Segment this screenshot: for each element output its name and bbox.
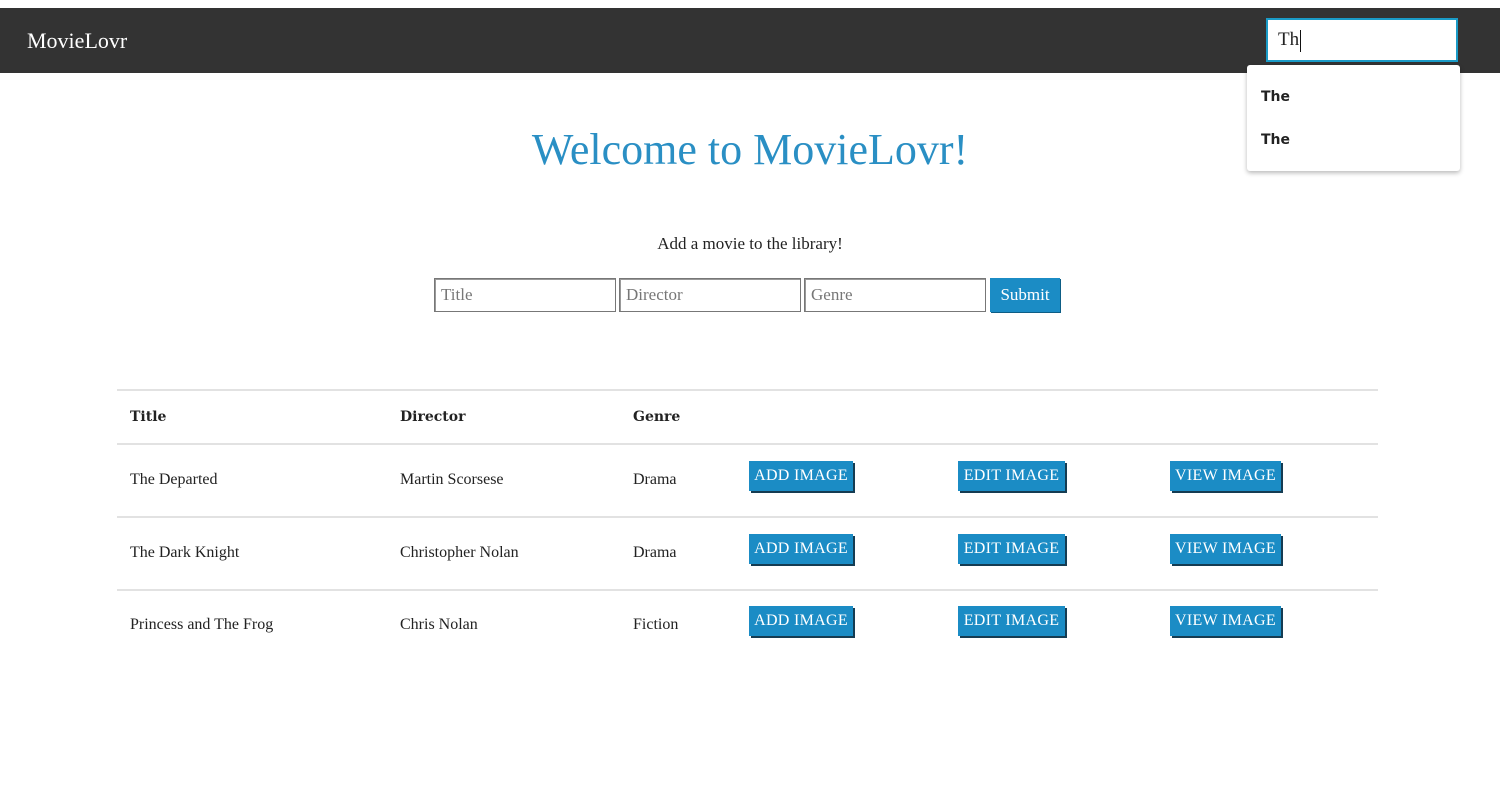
cell-genre: Fiction — [633, 616, 679, 633]
brand-logo[interactable]: MovieLovr — [27, 28, 127, 54]
cell-title: The Departed — [130, 471, 218, 488]
navbar: MovieLovr Th — [0, 8, 1500, 73]
column-header-director: Director — [400, 409, 466, 425]
cell-director: Martin Scorsese — [400, 471, 504, 488]
edit-image-button[interactable]: EDIT IMAGE — [958, 461, 1065, 491]
cell-genre: Drama — [633, 544, 677, 561]
table-top-border — [117, 389, 1378, 391]
search-input[interactable]: Th — [1266, 18, 1458, 62]
director-input[interactable] — [619, 278, 801, 312]
cell-director: Christopher Nolan — [400, 544, 519, 561]
top-strip — [0, 0, 1500, 8]
column-header-genre: Genre — [633, 409, 681, 425]
search-suggestion-item[interactable]: The — [1261, 89, 1290, 105]
add-movie-heading: Add a movie to the library! — [657, 234, 843, 253]
edit-image-button[interactable]: EDIT IMAGE — [958, 606, 1065, 636]
view-image-button[interactable]: VIEW IMAGE — [1170, 606, 1281, 636]
text-caret — [1300, 29, 1302, 52]
table-row: The Departed Martin Scorsese Drama ADD I… — [117, 445, 1378, 517]
cell-title: Princess and The Frog — [130, 616, 274, 633]
column-header-title: Title — [130, 409, 167, 425]
view-image-button[interactable]: VIEW IMAGE — [1170, 534, 1281, 564]
table-row: The Dark Knight Christopher Nolan Drama … — [117, 518, 1378, 590]
cell-genre: Drama — [633, 471, 677, 488]
submit-button[interactable]: Submit — [990, 278, 1060, 312]
search-input-value: Th — [1278, 29, 1300, 50]
view-image-button[interactable]: VIEW IMAGE — [1170, 461, 1281, 491]
cell-title: The Dark Knight — [130, 544, 240, 561]
add-image-button[interactable]: ADD IMAGE — [749, 461, 853, 491]
title-input[interactable] — [434, 278, 616, 312]
page-title: Welcome to MovieLovr! — [531, 125, 969, 174]
add-image-button[interactable]: ADD IMAGE — [749, 534, 853, 564]
table-row: Princess and The Frog Chris Nolan Fictio… — [117, 590, 1378, 662]
add-image-button[interactable]: ADD IMAGE — [749, 606, 853, 636]
genre-input[interactable] — [804, 278, 986, 312]
cell-director: Chris Nolan — [400, 616, 478, 633]
edit-image-button[interactable]: EDIT IMAGE — [958, 534, 1065, 564]
